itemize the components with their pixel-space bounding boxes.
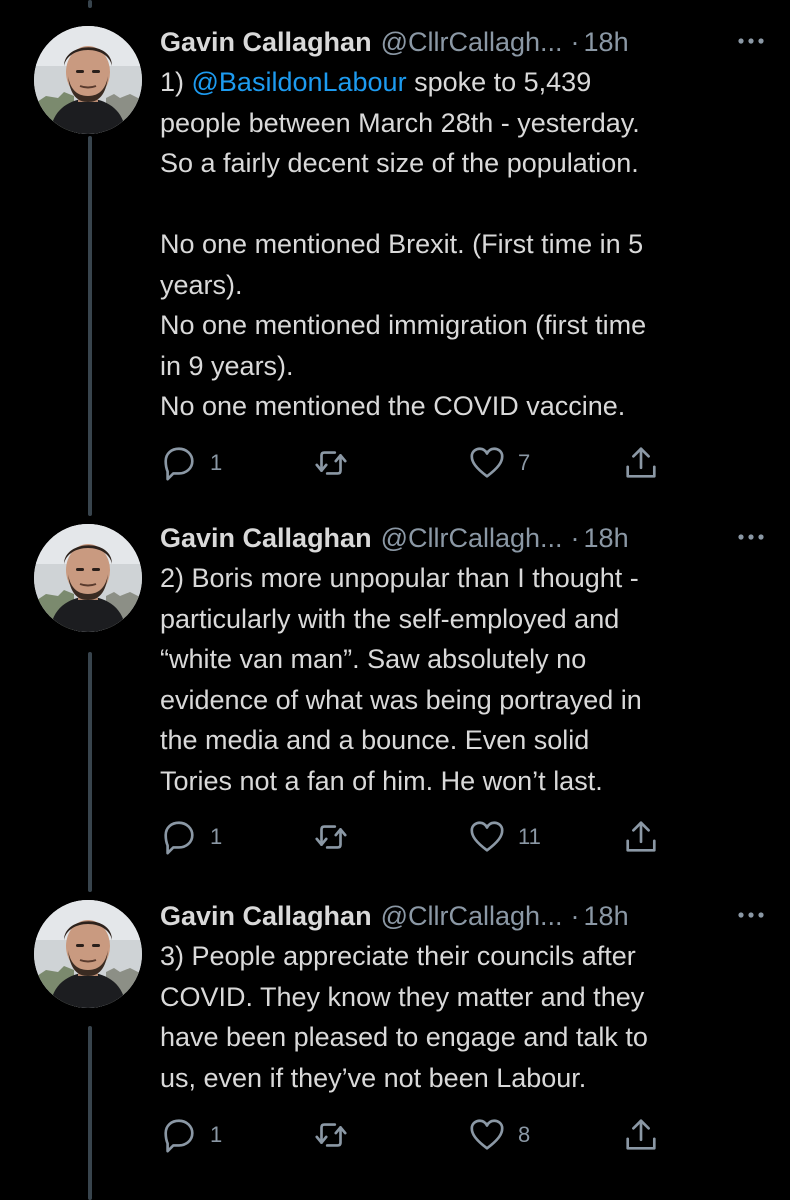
like-count: 7: [518, 450, 531, 475]
tweet-text: 1) @BasildonLabour spoke to 5,439 people…: [160, 62, 770, 427]
author-name[interactable]: Gavin Callaghan: [160, 901, 372, 932]
tweet-header: Gavin Callaghan @CllrCallagh... · 18h: [160, 518, 770, 558]
tweet-actions: 1 11: [160, 814, 680, 860]
more-icon[interactable]: [734, 520, 768, 554]
author-handle[interactable]: @CllrCallagh...: [381, 27, 563, 58]
retweet-button[interactable]: [312, 440, 350, 486]
avatar-image: [34, 26, 142, 134]
avatar[interactable]: [34, 26, 142, 134]
like-button[interactable]: 11: [468, 814, 541, 860]
tweet-header: Gavin Callaghan @CllrCallagh... · 18h: [160, 22, 770, 62]
retweet-icon: [312, 444, 350, 482]
tweet-actions: 1 8: [160, 1112, 680, 1158]
retweet-icon: [312, 818, 350, 856]
more-icon[interactable]: [734, 24, 768, 58]
share-icon: [622, 444, 660, 482]
heart-icon: [468, 818, 506, 856]
reply-icon: [160, 1116, 198, 1154]
avatar[interactable]: [34, 900, 142, 1008]
reply-icon: [160, 444, 198, 482]
separator-dot: ·: [570, 900, 580, 931]
share-button[interactable]: [622, 440, 660, 486]
retweet-button[interactable]: [312, 1112, 350, 1158]
share-button[interactable]: [622, 814, 660, 860]
avatar[interactable]: [34, 524, 142, 632]
more-icon[interactable]: [734, 898, 768, 932]
tweet-1[interactable]: Gavin Callaghan @CllrCallagh... · 18h 1)…: [0, 22, 790, 492]
timestamp[interactable]: 18h: [584, 901, 629, 932]
share-icon: [622, 1116, 660, 1154]
tweet-actions: 1 7: [160, 440, 680, 486]
reply-button[interactable]: 1: [160, 814, 222, 860]
heart-icon: [468, 1116, 506, 1154]
tweet-text-prefix: 1): [160, 67, 192, 97]
timestamp[interactable]: 18h: [584, 27, 629, 58]
avatar-image: [34, 524, 142, 632]
author-name[interactable]: Gavin Callaghan: [160, 27, 372, 58]
author-handle[interactable]: @CllrCallagh...: [381, 523, 563, 554]
like-button[interactable]: 7: [468, 440, 530, 486]
retweet-icon: [312, 1116, 350, 1154]
share-button[interactable]: [622, 1112, 660, 1158]
reply-button[interactable]: 1: [160, 1112, 222, 1158]
like-button[interactable]: 8: [468, 1112, 530, 1158]
reply-count: 1: [210, 1122, 223, 1147]
retweet-button[interactable]: [312, 814, 350, 860]
tweet-text: 3) People appreciate their councils afte…: [160, 941, 648, 1093]
tweet-text: 2) Boris more unpopular than I thought -…: [160, 563, 642, 796]
tweet-header: Gavin Callaghan @CllrCallagh... · 18h: [160, 896, 770, 936]
author-name[interactable]: Gavin Callaghan: [160, 523, 372, 554]
separator-dot: ·: [570, 522, 580, 553]
mention-link[interactable]: @BasildonLabour: [192, 67, 407, 97]
separator-dot: ·: [570, 26, 580, 57]
share-icon: [622, 818, 660, 856]
timestamp[interactable]: 18h: [584, 523, 629, 554]
reply-count: 1: [210, 450, 223, 475]
heart-icon: [468, 444, 506, 482]
author-handle[interactable]: @CllrCallagh...: [381, 901, 563, 932]
like-count: 8: [518, 1122, 531, 1147]
reply-count: 1: [210, 824, 223, 849]
tweet-3[interactable]: Gavin Callaghan @CllrCallagh... · 18h 3)…: [0, 896, 790, 1176]
reply-button[interactable]: 1: [160, 440, 222, 486]
like-count: 11: [518, 824, 541, 849]
thread-line-top: [88, 0, 92, 8]
tweet-text-content: spoke to 5,439 people between March 28th…: [160, 67, 647, 421]
avatar-image: [34, 900, 142, 1008]
tweet-2[interactable]: Gavin Callaghan @CllrCallagh... · 18h 2)…: [0, 518, 790, 868]
reply-icon: [160, 818, 198, 856]
